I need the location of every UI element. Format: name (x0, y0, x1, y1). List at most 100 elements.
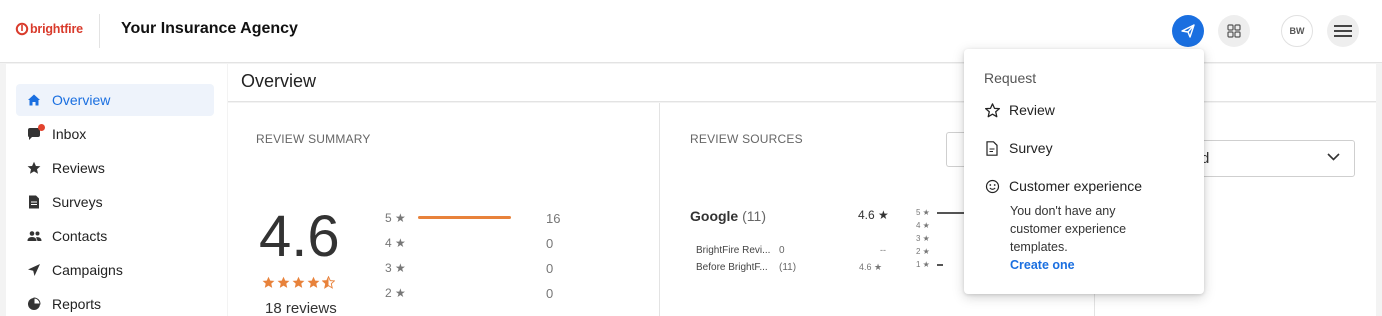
request-send-button[interactable] (1172, 15, 1204, 47)
source-name: BrightFire Revi... (696, 245, 771, 256)
unread-badge (38, 124, 45, 131)
brightfire-flame-icon (15, 22, 29, 36)
mini-distribution-3: 3 ★ (916, 234, 930, 243)
star-half-icon (322, 276, 335, 289)
sidebar-item-label: Reviews (52, 160, 105, 176)
distribution-bar (418, 241, 523, 244)
sidebar-item-reports[interactable]: Reports (16, 288, 214, 316)
review-summary-title: REVIEW SUMMARY (256, 132, 371, 146)
distribution-count: 0 (546, 236, 554, 251)
distribution-label: 2 ★ (385, 286, 406, 300)
apps-button[interactable] (1218, 15, 1250, 47)
google-source-name[interactable]: Google (11) (690, 208, 766, 224)
source-row[interactable]: BrightFire Revi... (696, 245, 770, 256)
sidebar-item-campaigns[interactable]: Campaigns (16, 254, 214, 286)
logo-text: brightfire (30, 22, 83, 36)
page-title: Overview (241, 71, 317, 91)
star-outline-icon (984, 102, 1000, 118)
create-template-link[interactable]: Create one (1010, 258, 1075, 272)
source-rating: -- (880, 245, 886, 255)
distribution-bar-fill (418, 216, 512, 219)
mini-distribution-2: 2 ★ (916, 247, 930, 256)
distribution-count: 0 (546, 286, 554, 301)
mini-distribution-1: 1 ★ (916, 260, 943, 269)
star-icon (262, 276, 275, 288)
request-review-item[interactable]: Review (984, 102, 1055, 118)
pie-chart-icon (26, 296, 42, 312)
google-source-label: Google (690, 208, 739, 224)
agency-name: Your Insurance Agency (121, 20, 298, 37)
sidebar-item-label: Campaigns (52, 262, 123, 278)
request-customer-experience-label: Customer experience (1009, 178, 1143, 194)
distribution-bar (418, 216, 523, 219)
request-survey-item[interactable]: Survey (984, 140, 1053, 156)
distribution-label: 4 ★ (385, 236, 406, 250)
request-customer-experience-item[interactable]: Customer experience (984, 178, 1142, 194)
sidebar-item-label: Surveys (52, 194, 103, 210)
sidebar-item-label: Reports (52, 296, 102, 312)
distribution-label: 5 ★ (385, 211, 406, 225)
chevron-down-icon (1327, 153, 1340, 161)
hamburger-icon (1334, 25, 1352, 37)
star-icon (307, 276, 320, 288)
sidebar-item-overview[interactable]: Overview (16, 84, 214, 116)
rating-stars (262, 276, 335, 289)
request-review-label: Review (1009, 102, 1055, 118)
document-outline-icon (984, 140, 1000, 156)
mini-distribution-label: 3 ★ (916, 234, 930, 243)
average-rating: 4.6 (259, 204, 340, 269)
star-icon (292, 276, 305, 288)
home-icon (26, 92, 42, 108)
sidebar-item-label: Overview (52, 92, 111, 108)
google-rating-value: 4.6 ★ (858, 208, 889, 222)
sidebar-item-contacts[interactable]: Contacts (16, 220, 214, 252)
distribution-count: 0 (546, 261, 554, 276)
source-rating: 4.6 ★ (859, 262, 883, 272)
paper-plane-icon (1181, 24, 1195, 38)
chat-icon (26, 124, 45, 142)
google-source-rating: 4.6 ★ (858, 208, 889, 222)
period-select[interactable]: d (1198, 140, 1355, 177)
page-edge (1376, 64, 1382, 316)
sidebar-item-surveys[interactable]: Surveys (16, 186, 214, 218)
source-count: (11) (779, 262, 797, 273)
source-row[interactable]: Before BrightF... (696, 262, 768, 273)
distribution-row-4: 4 ★ 0 (385, 236, 585, 251)
request-menu-title: Request (984, 70, 1037, 86)
mini-distribution-label: 4 ★ (916, 221, 930, 230)
distribution-row-3: 3 ★ 0 (385, 261, 585, 276)
mini-distribution-label: 5 ★ (916, 208, 930, 217)
mini-distribution-5: 5 ★ (916, 208, 967, 217)
source-count: 0 (779, 245, 785, 256)
review-summary-panel: REVIEW SUMMARY 4.6 18 reviews 5 ★ 16 4 ★… (228, 103, 659, 316)
sidebar-item-inbox[interactable]: Inbox (16, 118, 214, 150)
source-name: Before BrightF... (696, 262, 768, 273)
distribution-row-5: 5 ★ 16 (385, 211, 585, 226)
user-avatar[interactable]: BW (1281, 15, 1313, 47)
request-survey-label: Survey (1009, 140, 1053, 156)
grid-icon (1227, 24, 1241, 38)
header-divider (99, 14, 100, 48)
mini-distribution-label: 2 ★ (916, 247, 930, 256)
sidebar-item-label: Contacts (52, 228, 108, 244)
google-source-count: (11) (742, 208, 766, 224)
hamburger-menu-button[interactable] (1327, 15, 1359, 47)
request-menu: Request Review Survey Customer experienc… (964, 49, 1204, 294)
smiley-icon (984, 178, 1000, 194)
sidebar: Overview Inbox Reviews Surveys Contacts … (6, 64, 227, 316)
mini-distribution-bar (937, 212, 967, 214)
send-icon (26, 262, 42, 278)
mini-distribution-4: 4 ★ (916, 221, 930, 230)
brightfire-logo[interactable]: brightfire (15, 21, 83, 37)
mini-distribution-label: 1 ★ (916, 260, 930, 269)
distribution-row-2: 2 ★ 0 (385, 286, 585, 301)
sidebar-item-reviews[interactable]: Reviews (16, 152, 214, 184)
mini-distribution-bar (937, 264, 943, 266)
review-count: 18 reviews (265, 300, 337, 316)
star-icon (277, 276, 290, 288)
document-icon (26, 194, 42, 210)
distribution-bar (418, 291, 523, 294)
sidebar-item-label: Inbox (52, 126, 87, 142)
customer-experience-empty-message: You don't have any customer experience t… (1010, 204, 1127, 254)
distribution-count: 16 (546, 211, 561, 226)
